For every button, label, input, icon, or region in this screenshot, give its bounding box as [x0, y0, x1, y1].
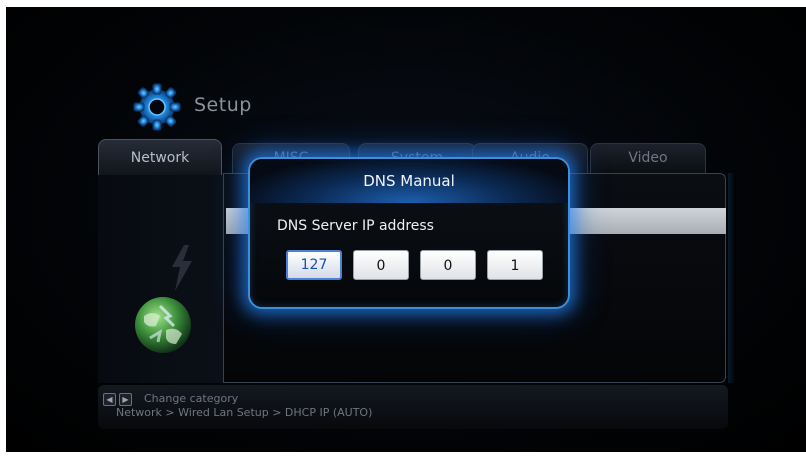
ip-octet-4-input[interactable]: 1 [487, 250, 543, 280]
ip-octet-1-input[interactable]: 127 [286, 250, 342, 280]
tv-screen: Setup MISC System Audio Video Network [0, 0, 806, 457]
frame-edge-bottom [0, 452, 806, 457]
ip-octet-3-input[interactable]: 0 [420, 250, 476, 280]
change-category-hint: Change category [144, 392, 239, 405]
dialog-title: DNS Manual [363, 172, 455, 190]
arrow-left-icon: ◀ [103, 393, 116, 406]
dns-manual-dialog: DNS Manual DNS Server IP address 127 0 0… [248, 157, 570, 309]
network-globe-icon [135, 297, 191, 353]
arrow-right-icon: ▶ [119, 393, 132, 406]
breadcrumb: Network > Wired Lan Setup > DHCP IP (AUT… [116, 406, 373, 419]
panel-edge [728, 173, 736, 383]
dns-server-ip-label: DNS Server IP address [277, 218, 434, 234]
lightning-icon [172, 245, 192, 291]
gear-icon [133, 83, 181, 131]
page-title: Setup [194, 94, 252, 116]
tab-video[interactable]: Video [590, 143, 706, 173]
ip-octet-2-input[interactable]: 0 [353, 250, 409, 280]
frame-edge-top [0, 0, 806, 7]
frame-edge-left [0, 0, 6, 457]
tab-network[interactable]: Network [98, 139, 222, 175]
setup-screen: Setup MISC System Audio Video Network [6, 7, 806, 452]
